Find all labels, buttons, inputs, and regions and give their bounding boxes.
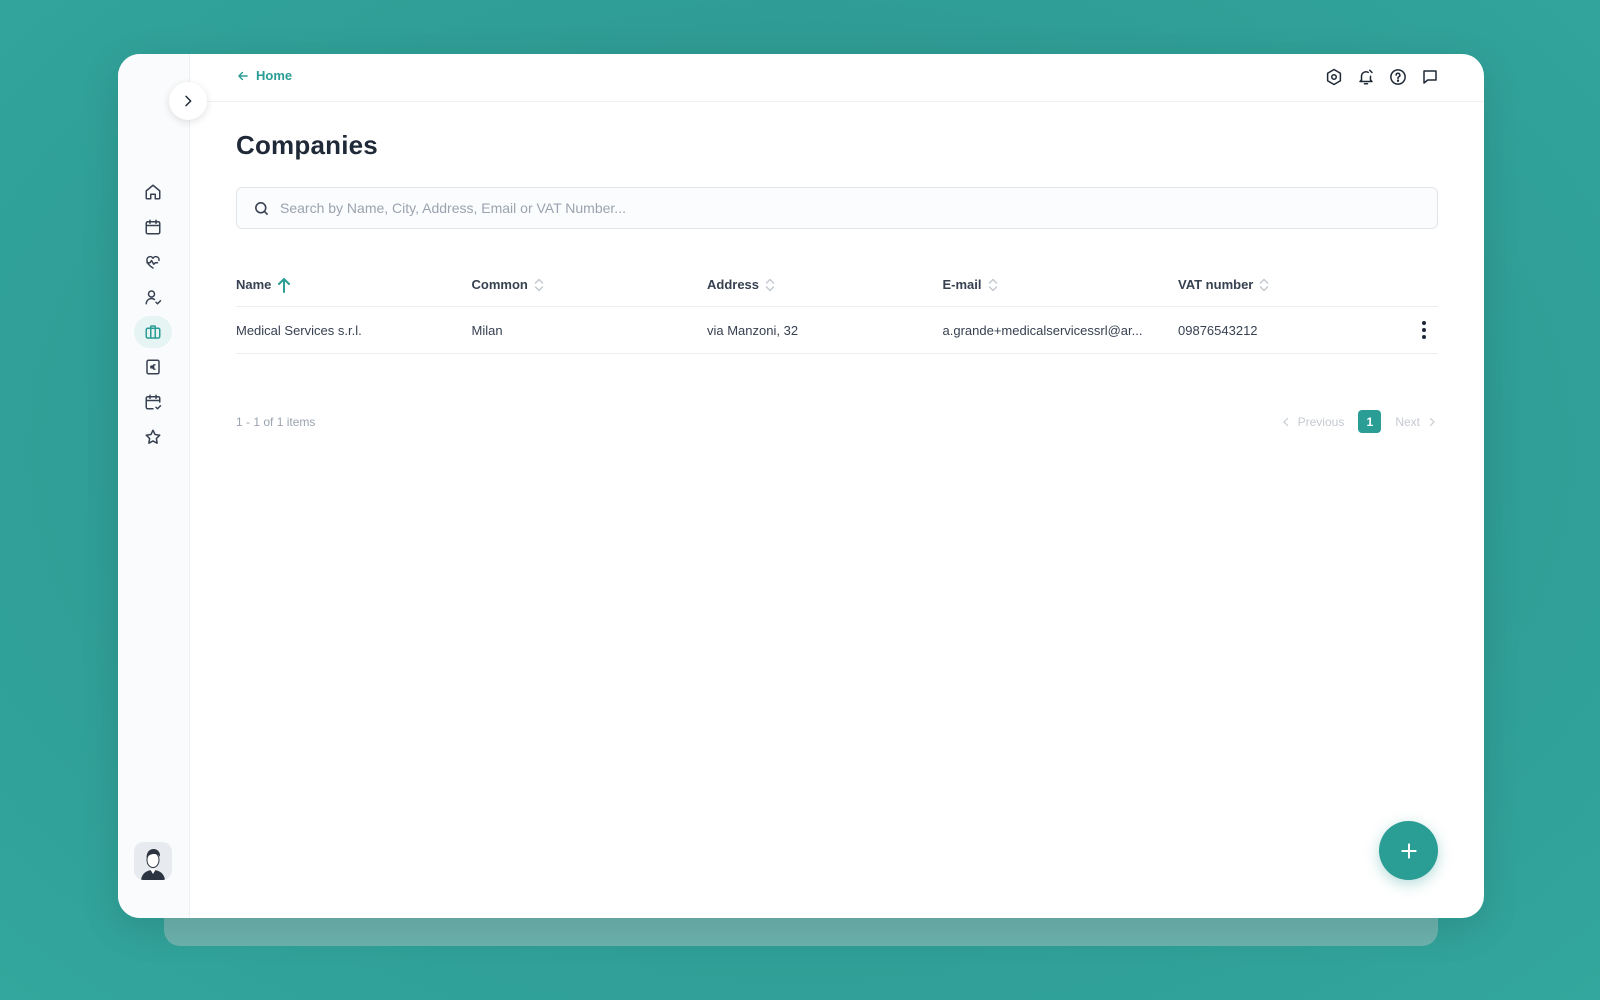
cell-email: a.grande+medicalservicessrl@ar... [942,322,1143,338]
settings-button[interactable] [1324,67,1344,87]
table-footer: 1 - 1 of 1 items Previous 1 Next [236,410,1438,433]
back-link-label: Home [256,68,293,83]
chat-icon [1423,70,1437,84]
page-title: Companies [236,130,378,160]
home-icon [145,184,161,200]
arrow-left-icon [238,71,248,80]
column-header-name[interactable]: Name [236,277,472,293]
sidebar-item-companies[interactable] [134,316,172,348]
next-page-button[interactable]: Next [1395,415,1438,429]
search-icon [255,201,268,215]
bell-icon [1359,69,1373,85]
sidebar-item-schedule[interactable] [134,386,172,418]
sort-ascending-icon [278,277,291,293]
avatar[interactable] [134,842,172,880]
briefcase-icon [145,325,161,339]
calendar-check-icon [145,394,162,410]
sidebar-item-home[interactable] [134,176,172,208]
cell-address: via Manzoni, 32 [707,322,799,338]
main-content: Companies Name Common Address [236,102,1438,433]
heart-icon [146,255,160,269]
sidebar-toggle-button[interactable] [169,82,207,120]
back-home-link[interactable]: Home [236,68,292,83]
pagination: Previous 1 Next [1280,410,1438,433]
top-bar: Home [190,54,1484,102]
companies-table: Name Common Address E-mail VAT number Me… [236,263,1438,354]
notifications-button[interactable] [1356,67,1376,87]
column-header-vat[interactable]: VAT number [1178,277,1414,293]
table-header: Name Common Address E-mail VAT number [236,263,1438,307]
sidebar-item-billing[interactable] [134,351,172,383]
column-header-common[interactable]: Common [472,277,708,293]
sort-icon [534,278,544,291]
sidebar-item-calendar[interactable] [134,211,172,243]
items-count: 1 - 1 of 1 items [236,414,316,429]
chevron-left-icon [1283,417,1288,426]
search-bar [236,187,1438,229]
page-number-button[interactable]: 1 [1358,410,1382,433]
search-input[interactable] [280,200,1380,216]
cell-common: Milan [471,322,503,338]
sidebar-item-favorites[interactable] [134,421,172,453]
cell-vat: 09876543212 [1178,322,1258,338]
sidebar [118,54,190,918]
chevron-right-icon [1429,417,1435,426]
help-button[interactable] [1388,67,1408,87]
sort-icon [1260,278,1269,291]
previous-page-button[interactable]: Previous [1280,415,1344,429]
sort-icon [988,278,997,291]
app-window: Home Companies Name [118,54,1484,918]
user-icon [145,290,162,305]
star-icon [145,429,161,444]
help-icon [1390,69,1406,85]
add-company-button[interactable] [1379,821,1438,880]
avatar-image [134,842,172,880]
settings-icon [1326,68,1342,86]
sidebar-item-users[interactable] [134,281,172,313]
column-header-address[interactable]: Address [707,277,943,293]
plus-icon [1400,842,1417,859]
chevron-right-icon [185,95,192,107]
calendar-icon [145,219,161,235]
column-header-email[interactable]: E-mail [943,277,1179,293]
table-row[interactable]: Medical Services s.r.l. Milan via Manzon… [236,307,1438,354]
sidebar-item-health[interactable] [134,246,172,278]
chat-button[interactable] [1420,67,1440,87]
cell-name: Medical Services s.r.l. [236,322,362,338]
sort-icon [765,278,775,291]
row-actions-menu-icon[interactable] [1418,319,1430,341]
euro-icon [146,359,160,375]
top-icons [1324,67,1440,87]
